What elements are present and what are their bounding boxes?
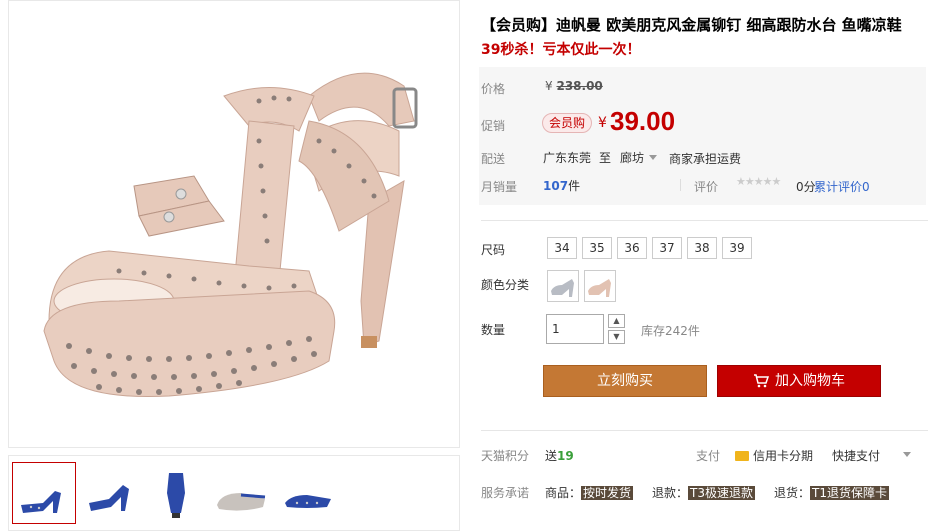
points-prefix: 送 — [545, 449, 558, 463]
thumbnail-5[interactable] — [277, 463, 339, 523]
original-price: ¥ 238.00 — [545, 79, 603, 93]
quantity-input[interactable]: 1 — [546, 314, 604, 344]
chevron-down-icon — [649, 155, 658, 160]
ship-from: 广东东莞 — [543, 151, 592, 165]
service-tag[interactable]: T1退货保障卡 — [810, 486, 889, 500]
original-price-value: 238.00 — [556, 79, 603, 93]
rating-score: 0分 — [796, 180, 816, 194]
thumbnail-4[interactable] — [211, 463, 273, 523]
cart-icon — [754, 374, 769, 388]
ship-to-word: 至 — [599, 151, 612, 165]
add-to-cart-label: 加入购物车 — [775, 373, 845, 389]
thumbnail-2[interactable] — [79, 463, 141, 523]
thumbnail-3[interactable] — [145, 463, 207, 523]
destination-selector[interactable]: 廊坊 — [620, 149, 658, 166]
rating-stars-icon: ★★★★★ — [736, 175, 781, 188]
size-option[interactable]: 35 — [582, 237, 612, 259]
size-option[interactable]: 38 — [687, 237, 717, 259]
promo-label: 促销 — [481, 119, 506, 133]
color-option-nude[interactable] — [584, 270, 616, 302]
thumbnail-strip — [8, 455, 460, 531]
destination-text: 廊坊 — [620, 151, 645, 165]
quantity-increase-button[interactable]: ▲ — [608, 314, 625, 328]
color-label: 颜色分类 — [481, 278, 530, 292]
service-fast-refund: 退款： T3极速退款 — [652, 484, 755, 501]
service-prefix: 退款： — [652, 486, 689, 500]
member-badge: 会员购 — [542, 113, 593, 133]
monthly-sales-label: 月销量 — [481, 180, 518, 194]
points-label: 天猫积分 — [481, 449, 530, 463]
color-options — [547, 270, 616, 302]
quantity-label: 数量 — [481, 323, 506, 337]
service-tag[interactable]: 按时发货 — [581, 486, 634, 500]
credit-card-icon — [735, 451, 749, 461]
add-to-cart-button[interactable]: 加入购物车 — [717, 365, 881, 397]
product-title: 【会员购】迪帆曼 欧美朋克风金属铆钉 细高跟防水台 鱼嘴凉鞋 — [481, 16, 902, 34]
credit-installment-text: 信用卡分期 — [753, 449, 814, 463]
points-number: 19 — [557, 449, 574, 463]
main-product-image[interactable] — [8, 0, 460, 448]
size-option[interactable]: 37 — [652, 237, 682, 259]
service-label: 服务承诺 — [481, 486, 530, 500]
nude-sandal-icon — [588, 279, 611, 297]
quick-pay[interactable]: 快捷支付 — [832, 447, 880, 464]
review-count-link[interactable]: 累计评价0 — [814, 178, 870, 195]
service-prefix: 退货： — [774, 486, 811, 500]
service-prefix: 商品： — [545, 486, 582, 500]
product-info: 【会员购】迪帆曼 欧美朋克风金属铆钉 细高跟防水台 鱼嘴凉鞋 39秒杀！亏本仅此… — [479, 0, 930, 531]
monthly-sales: 107件 — [543, 177, 580, 194]
product-subtitle: 39秒杀！亏本仅此一次！ — [481, 42, 641, 58]
price-box: 价格 ¥ 238.00 促销 会员购 ¥ 39.00 配送 广东东莞 至 廊坊 … — [479, 67, 926, 205]
shipping-fee: 商家承担运费 — [669, 152, 742, 166]
size-options: 34 35 36 37 38 39 — [547, 237, 752, 259]
original-currency: ¥ — [545, 79, 553, 93]
divider — [481, 430, 928, 431]
thumbnail-1[interactable] — [12, 462, 76, 524]
silver-sandal-icon — [551, 279, 574, 297]
quantity-decrease-button[interactable]: ▼ — [608, 330, 625, 344]
size-option[interactable]: 34 — [547, 237, 577, 259]
promo-currency: ¥ — [598, 115, 607, 131]
divider — [680, 179, 681, 191]
nude-sandal-image — [43, 72, 418, 398]
credit-installment[interactable]: 信用卡分期 — [735, 447, 813, 464]
service-return-guarantee: 退货： T1退货保障卡 — [774, 484, 889, 501]
points-value: 送19 — [545, 447, 574, 464]
shipping-label: 配送 — [481, 152, 506, 166]
promo-price: 39.00 — [610, 106, 676, 136]
monthly-sales-count: 107 — [543, 179, 569, 193]
size-option[interactable]: 36 — [617, 237, 647, 259]
payment-label: 支付 — [696, 449, 721, 463]
monthly-sales-unit: 件 — [568, 179, 581, 193]
chevron-down-icon[interactable] — [903, 452, 911, 457]
size-label: 尺码 — [481, 243, 506, 257]
stock-count: 库存242件 — [641, 324, 700, 338]
divider — [481, 220, 928, 221]
color-option-silver[interactable] — [547, 270, 579, 302]
service-tag[interactable]: T3极速退款 — [688, 486, 755, 500]
service-ontime-shipping: 商品： 按时发货 — [545, 484, 634, 501]
product-gallery — [8, 0, 460, 531]
review-label: 评价 — [694, 180, 719, 194]
price-label: 价格 — [481, 82, 506, 96]
size-option[interactable]: 39 — [722, 237, 752, 259]
buy-now-button[interactable]: 立刻购买 — [543, 365, 707, 397]
